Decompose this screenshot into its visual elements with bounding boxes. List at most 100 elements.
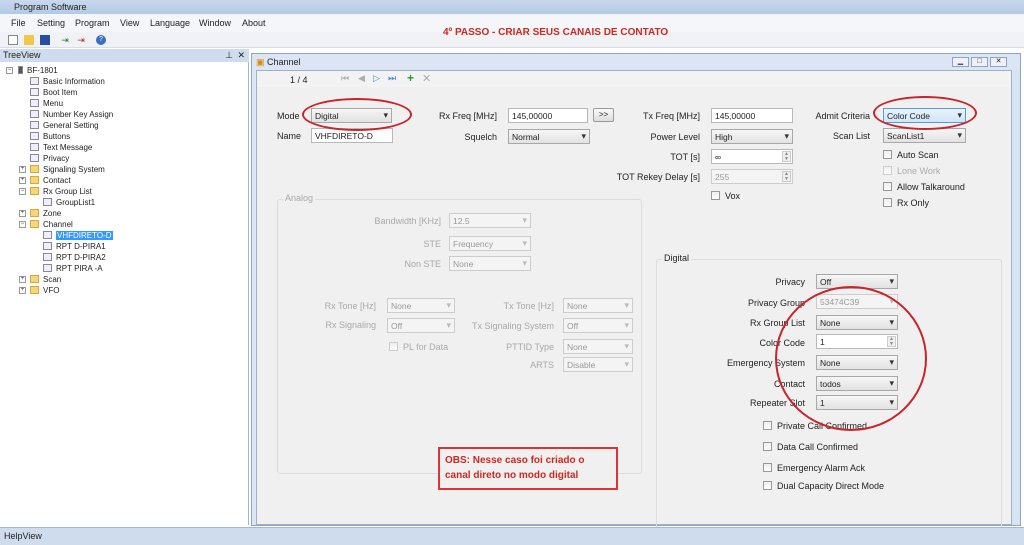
read-radio-icon[interactable]: ⇥ (60, 35, 70, 45)
tx-freq-input[interactable]: 145,00000 (711, 108, 793, 123)
name-label: Name (277, 131, 302, 141)
dual-capacity-direct-mode-checkbox[interactable]: Dual Capacity Direct Mode (763, 481, 884, 491)
tree-item[interactable]: RPT D-PIRA2 (43, 252, 106, 263)
collapse-icon[interactable]: − (19, 188, 26, 195)
tree-label: VFO (43, 286, 60, 295)
spin-arrows-icon[interactable]: ▲ ▼ (782, 151, 791, 162)
maximize-button[interactable]: □ (971, 57, 988, 67)
app-title: Program Software (14, 2, 87, 12)
collapse-icon[interactable]: − (19, 221, 26, 228)
tree-item[interactable]: Rx Group List (30, 186, 92, 197)
tree-item[interactable]: VFO (30, 285, 59, 296)
folder-icon (30, 286, 39, 294)
talkaround-label: Allow Talkaround (897, 182, 965, 192)
emergency-alarm-ack-checkbox[interactable]: Emergency Alarm Ack (763, 463, 865, 473)
menu-file[interactable]: File (11, 18, 26, 28)
first-record-icon[interactable]: ⏮ (341, 73, 349, 84)
tree-item[interactable]: Zone (30, 208, 61, 219)
node-icon (30, 110, 39, 118)
next-record-icon[interactable]: ▷ (373, 73, 380, 84)
tree-item[interactable]: Privacy (30, 153, 69, 164)
tree-item[interactable]: Number Key Assign (30, 109, 113, 120)
add-icon[interactable]: + (407, 71, 414, 85)
help-icon[interactable]: ? (96, 35, 106, 45)
new-file-icon[interactable] (8, 35, 18, 45)
tree-label: VHFDIRETO-D (56, 231, 113, 240)
tx-tone-label: Tx Tone [Hz] (503, 301, 554, 311)
save-icon[interactable] (40, 35, 50, 45)
open-folder-icon[interactable] (24, 35, 34, 45)
tree-label: Boot Item (43, 88, 78, 97)
expand-icon[interactable]: + (19, 287, 26, 294)
tree-item[interactable]: Text Message (30, 142, 92, 153)
expand-icon[interactable]: + (19, 210, 26, 217)
copy-freq-button[interactable]: >> (593, 108, 614, 122)
tree-label: Scan (43, 275, 62, 284)
menu-window[interactable]: Window (199, 18, 231, 28)
pin-icon[interactable]: ⊥ (225, 50, 233, 61)
node-icon (30, 121, 39, 129)
tree-item[interactable]: General Setting (30, 120, 99, 131)
checkbox-label: Emergency Alarm Ack (777, 463, 866, 473)
rx-freq-input[interactable]: 145,00000 (508, 108, 588, 123)
power-level-select[interactable]: High (711, 129, 793, 144)
tx-signaling-select: Off (563, 318, 633, 333)
close-icon[interactable]: ✕ (237, 50, 245, 61)
tree-label: Contact (43, 176, 71, 185)
tree-root[interactable]: BF-1801 (18, 65, 58, 76)
tree-label: Signaling System (43, 165, 105, 174)
minimize-button[interactable]: ▁ (952, 57, 969, 67)
tot-spinner[interactable]: ∞ ▲ ▼ (711, 149, 793, 164)
menu-program[interactable]: Program (75, 18, 110, 28)
close-window-button[interactable]: ✕ (990, 57, 1007, 67)
tree-item[interactable]: RPT D-PIRA1 (43, 241, 106, 252)
menu-view[interactable]: View (120, 18, 139, 28)
menu-setting[interactable]: Setting (37, 18, 65, 28)
allow-talkaround-checkbox[interactable]: Allow Talkaround (883, 182, 965, 192)
scan-list-select[interactable]: ScanList1 (883, 128, 966, 143)
page-indicator: 1 / 4 (290, 75, 308, 85)
tree-item[interactable]: Buttons (30, 131, 70, 142)
non-ste-label: Non STE (404, 259, 441, 269)
previous-record-icon[interactable]: ◀ (358, 73, 365, 84)
checkbox-label: Dual Capacity Direct Mode (777, 481, 885, 491)
folder-icon (30, 209, 39, 217)
window-title: ▣ Channel (256, 57, 301, 67)
highlight-ellipse-digital (775, 286, 927, 431)
expand-icon[interactable]: + (19, 166, 26, 173)
arts-select: Disable (563, 357, 633, 372)
vox-checkbox[interactable]: Vox (711, 191, 740, 201)
menu-language[interactable]: Language (150, 18, 190, 28)
expand-icon[interactable]: + (19, 177, 26, 184)
tree-label: Rx Group List (43, 187, 92, 196)
menu-about[interactable]: About (242, 18, 266, 28)
squelch-select[interactable]: Normal (508, 129, 590, 144)
last-record-icon[interactable]: ⏭ (388, 73, 396, 84)
rx-only-checkbox[interactable]: Rx Only (883, 198, 929, 208)
tree-item[interactable]: Channel (30, 219, 73, 230)
rx-signaling-select: Off (387, 318, 455, 333)
delete-icon[interactable]: ✕ (422, 72, 431, 85)
tree-item[interactable]: Scan (30, 274, 61, 285)
tree-item[interactable]: Signaling System (30, 164, 105, 175)
collapse-icon[interactable]: − (6, 67, 13, 74)
auto-scan-checkbox[interactable]: Auto Scan (883, 150, 939, 160)
tree-item[interactable]: Contact (30, 175, 71, 186)
tree-item[interactable]: Basic Information (30, 76, 105, 87)
vertical-scrollbar[interactable] (1012, 70, 1020, 525)
tree-item[interactable]: GroupList1 (43, 197, 95, 208)
data-call-confirmed-checkbox[interactable]: Data Call Confirmed (763, 442, 858, 452)
tree-item[interactable]: Menu (30, 98, 63, 109)
tx-signaling-label: Tx Signaling System (471, 321, 554, 331)
tot-value: ∞ (715, 152, 722, 162)
tree-item[interactable]: VHFDIRETO-D (43, 230, 113, 241)
write-radio-icon[interactable]: ⇥ (76, 35, 86, 45)
pl-for-data-label: PL for Data (403, 342, 449, 352)
admit-criteria-label: Admit Criteria (815, 111, 870, 121)
tree-item[interactable]: RPT PIRA -A (43, 263, 103, 274)
folder-icon (30, 187, 39, 195)
node-icon (30, 132, 39, 140)
expand-icon[interactable]: + (19, 276, 26, 283)
tree-item[interactable]: Boot Item (30, 87, 77, 98)
rx-tone-select: None (387, 298, 455, 313)
